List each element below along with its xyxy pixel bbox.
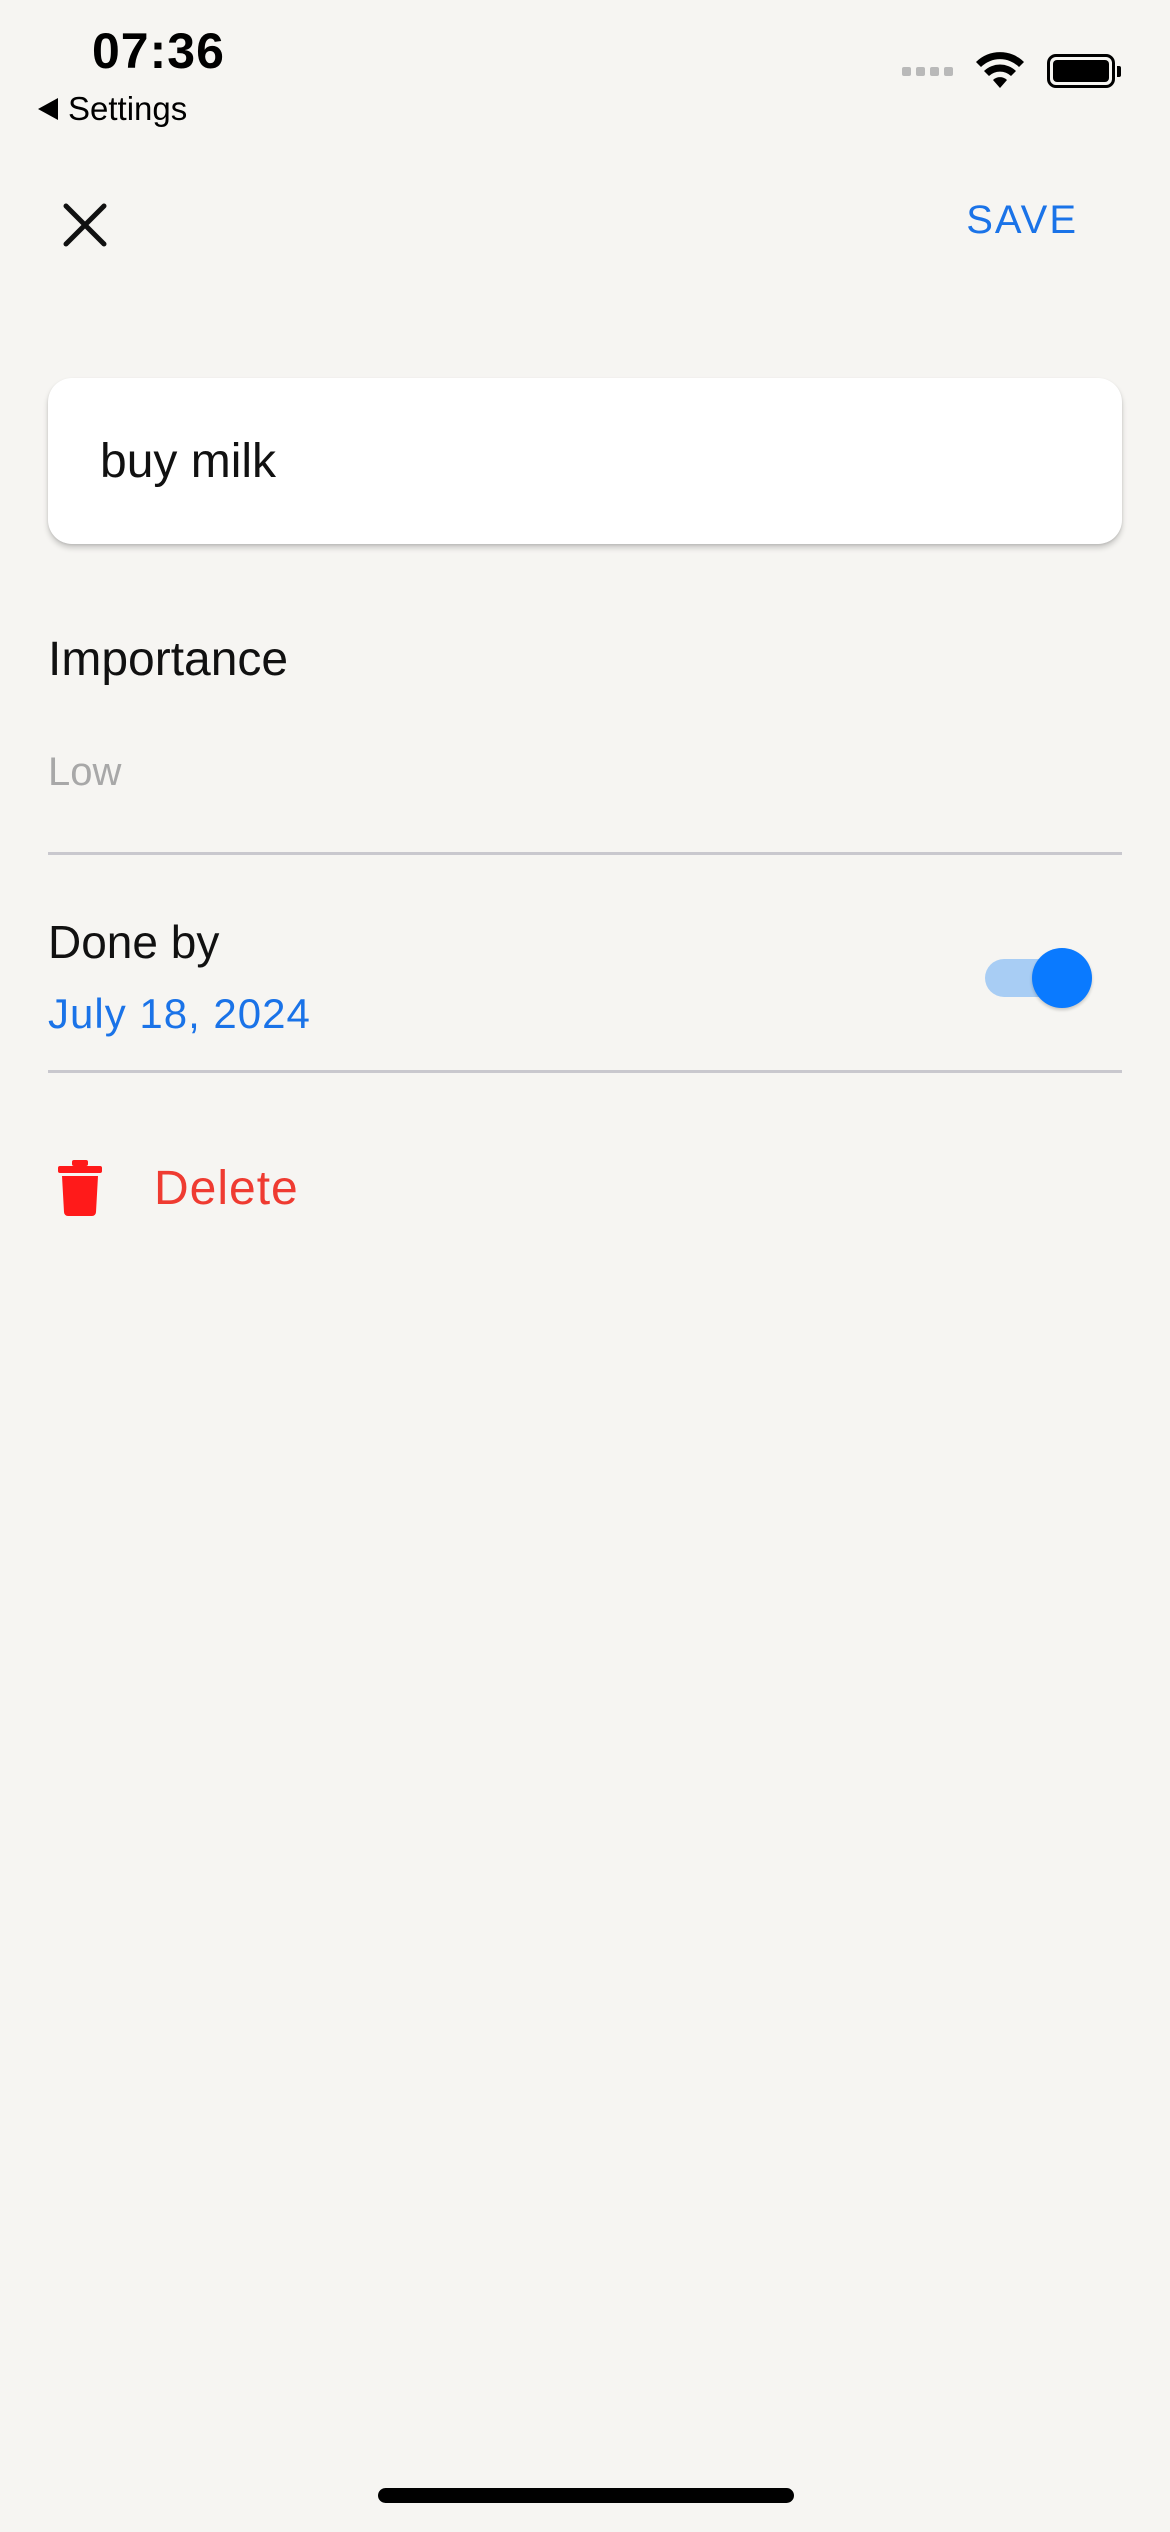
divider bbox=[48, 852, 1122, 855]
done-by-label: Done by bbox=[48, 916, 220, 968]
delete-label: Delete bbox=[154, 1161, 299, 1215]
done-by-toggle[interactable] bbox=[985, 948, 1095, 1008]
save-button[interactable]: SAVE bbox=[966, 198, 1078, 243]
wifi-icon bbox=[976, 52, 1024, 88]
close-button[interactable] bbox=[50, 190, 120, 260]
trash-icon bbox=[58, 1160, 102, 1216]
status-indicators bbox=[902, 52, 1121, 90]
toggle-knob bbox=[1032, 948, 1092, 1008]
delete-button[interactable]: Delete bbox=[58, 1160, 299, 1216]
done-by-date[interactable]: July 18, 2024 bbox=[48, 990, 311, 1038]
close-icon bbox=[63, 203, 107, 247]
back-arrow-icon bbox=[38, 98, 58, 120]
signal-icon bbox=[902, 66, 953, 76]
status-back-link[interactable]: Settings bbox=[38, 90, 187, 128]
importance-select[interactable]: Low bbox=[48, 750, 121, 795]
divider bbox=[48, 1070, 1122, 1073]
importance-label: Importance bbox=[48, 633, 289, 686]
battery-icon bbox=[1047, 54, 1121, 88]
status-back-label: Settings bbox=[68, 90, 188, 127]
task-text-input[interactable] bbox=[98, 432, 1122, 490]
status-time: 07:36 bbox=[92, 23, 225, 79]
home-indicator[interactable] bbox=[378, 2488, 794, 2503]
task-card bbox=[48, 378, 1122, 544]
